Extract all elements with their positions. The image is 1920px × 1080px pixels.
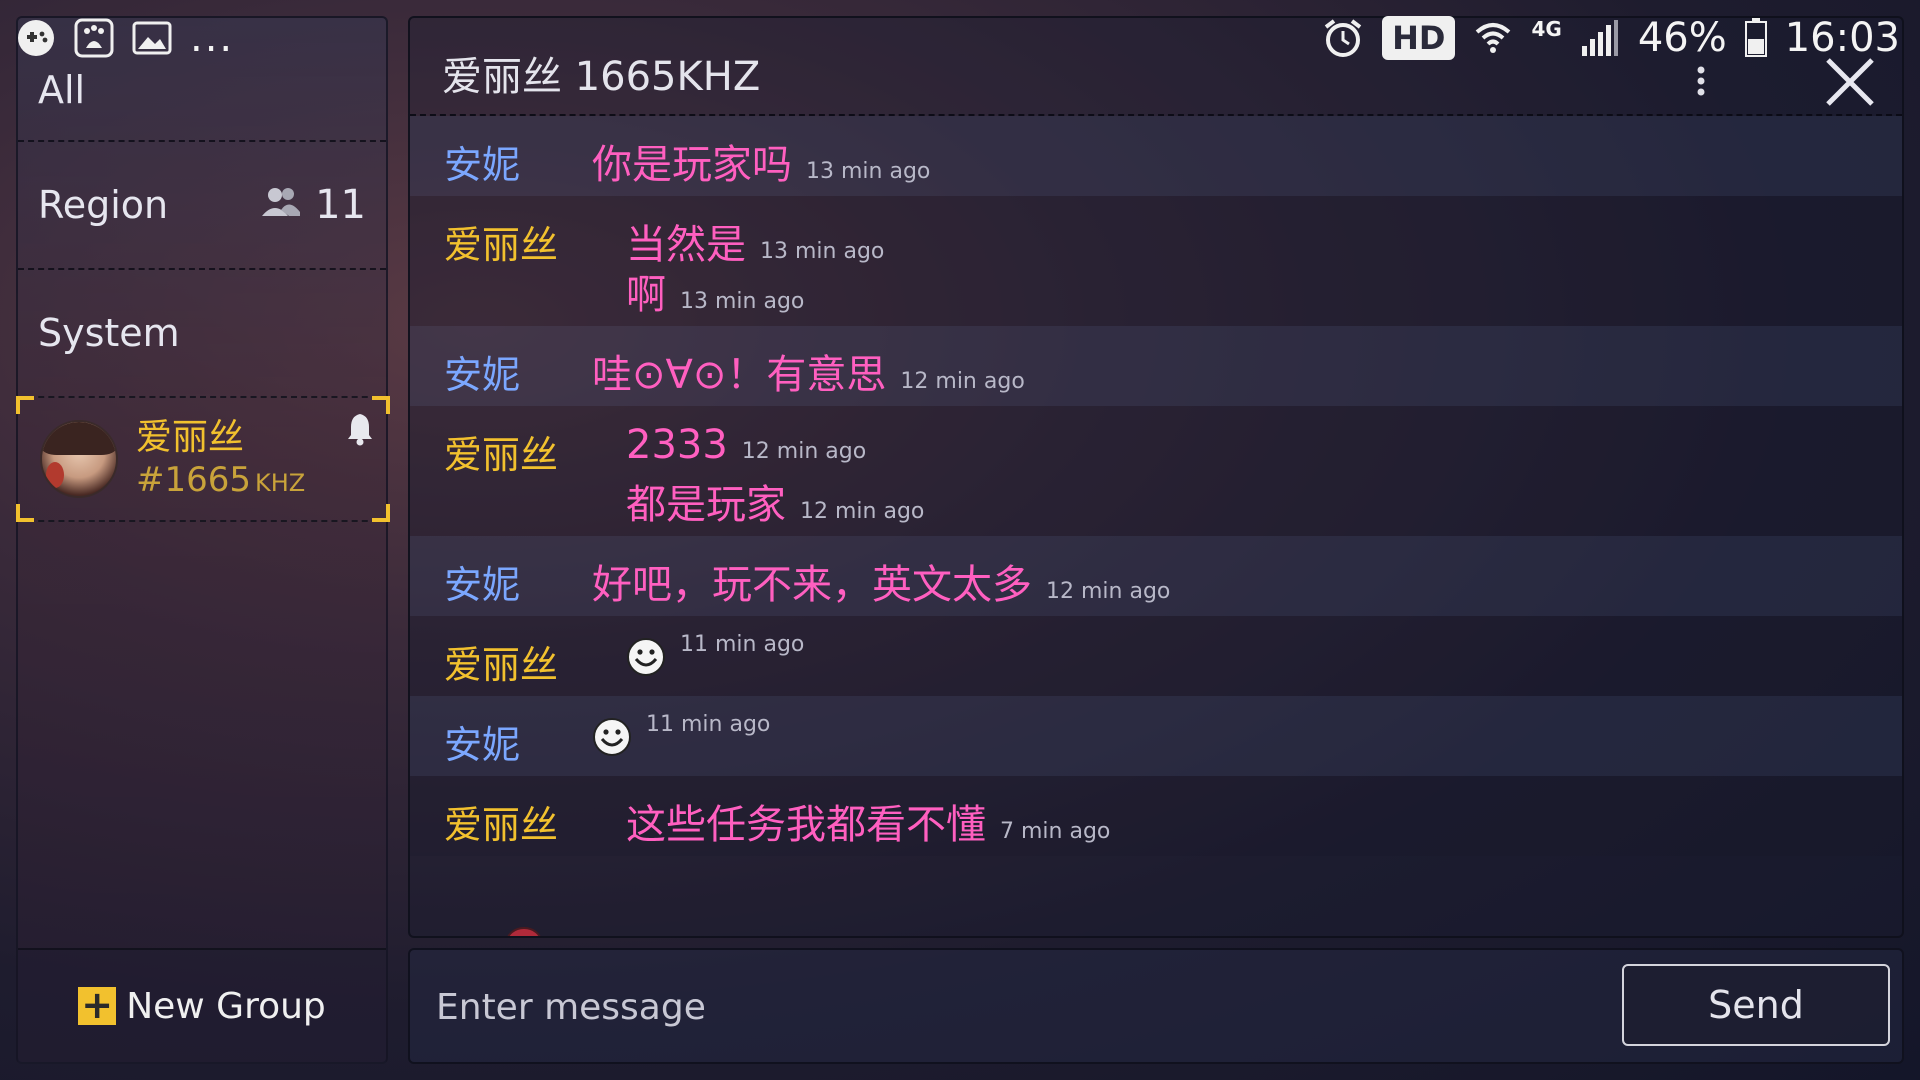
- message-input[interactable]: [434, 974, 1558, 1040]
- group-info: 爱丽丝 #1665 KHZ: [136, 416, 305, 503]
- message-sender[interactable]: 安妮: [444, 714, 520, 769]
- channel-sidebar: All Region 11 System 爱丽丝 #1665 KHZ + New …: [16, 16, 390, 1064]
- message-sender[interactable]: 爱丽丝: [444, 634, 558, 689]
- message-timestamp: 12 min ago: [1046, 579, 1171, 604]
- message-sender[interactable]: 爱丽丝: [444, 214, 558, 269]
- chat-panel: 爱丽丝 1665KHZ 安妮 你是玩家吗 13 min ago 爱丽丝 当然是 13 mi…: [408, 16, 1904, 938]
- baidu-paw-icon: [74, 18, 114, 58]
- message-list[interactable]: 安妮 你是玩家吗 13 min ago 爱丽丝 当然是 13 min ago 啊 13 min…: [410, 116, 1902, 856]
- new-group-button[interactable]: + New Group: [18, 948, 386, 1062]
- region-count: 11: [315, 182, 366, 228]
- message-sender[interactable]: 安妮: [444, 134, 520, 189]
- gallery-icon: [132, 18, 172, 58]
- sidebar-item-label: System: [38, 311, 180, 355]
- message-lines: 当然是 13 min ago 啊 13 min ago: [444, 196, 1902, 326]
- message-lines: 2333 12 min ago 都是玩家 12 min ago: [444, 406, 1902, 536]
- message-sender[interactable]: 安妮: [444, 554, 520, 609]
- selection-corner: [16, 504, 34, 522]
- sidebar-item-label: Region: [38, 183, 169, 227]
- sidebar-item-region[interactable]: Region 11: [18, 142, 386, 270]
- message-line: 这些任务我都看不懂 7 min ago: [626, 792, 1902, 848]
- message-timestamp: 11 min ago: [646, 712, 771, 737]
- group-name: 爱丽丝: [136, 416, 245, 458]
- smiley-icon: [626, 637, 666, 677]
- message-row: 安妮 好吧，玩不来，英文太多 12 min ago: [410, 536, 1902, 616]
- message-timestamp: 12 min ago: [741, 439, 867, 464]
- message-line: 11 min ago: [626, 632, 1902, 682]
- hd-badge: HD: [1382, 16, 1456, 60]
- more-notifications: ...: [190, 15, 235, 61]
- battery-percent: 46%: [1637, 15, 1727, 61]
- signal-icon: [1580, 18, 1620, 58]
- partial-avatar-icon: [506, 924, 542, 936]
- smiley-icon: [592, 717, 632, 757]
- message-line: 哇⊙∀⊙！有意思 12 min ago: [592, 342, 1902, 398]
- message-composer: Send: [408, 948, 1904, 1064]
- avatar: [40, 420, 118, 498]
- message-row: 安妮 哇⊙∀⊙！有意思 12 min ago: [410, 326, 1902, 406]
- message-line: 11 min ago: [592, 712, 1902, 762]
- game-controller-icon: [16, 18, 56, 58]
- message-line: 啊 13 min ago: [626, 262, 1902, 318]
- message-sender[interactable]: 爱丽丝: [444, 794, 558, 849]
- status-bar: ... HD 4G 46% 16:03: [0, 0, 1920, 76]
- network-type: 4G: [1531, 17, 1562, 41]
- message-row: 爱丽丝 2333 12 min ago 都是玩家 12 min ago: [410, 406, 1902, 536]
- message-lines: 哇⊙∀⊙！有意思 12 min ago: [444, 326, 1902, 406]
- alarm-icon: [1322, 17, 1364, 59]
- plus-icon: +: [78, 986, 117, 1025]
- new-group-label: New Group: [126, 985, 326, 1027]
- message-text: 哇⊙∀⊙！有意思: [592, 352, 887, 398]
- group-code: #1665: [136, 459, 252, 500]
- battery-icon: [1744, 18, 1767, 58]
- message-line: 都是玩家 12 min ago: [626, 472, 1902, 528]
- message-text: 好吧，玩不来，英文太多: [592, 562, 1032, 608]
- message-row: 安妮 你是玩家吗 13 min ago: [410, 116, 1902, 196]
- message-lines: 11 min ago: [444, 696, 1902, 776]
- message-text: 这些任务我都看不懂: [626, 802, 986, 848]
- selection-corner: [372, 396, 390, 414]
- selection-corner: [16, 396, 34, 414]
- message-timestamp: 7 min ago: [1000, 819, 1111, 844]
- group-frequency: #1665 KHZ: [136, 460, 305, 503]
- message-text: 你是玩家吗: [592, 142, 792, 188]
- message-line: 2333 12 min ago: [626, 422, 1902, 472]
- users-icon: [261, 182, 301, 228]
- message-timestamp: 11 min ago: [680, 632, 805, 657]
- region-member-count: 11: [261, 182, 366, 228]
- message-lines: 这些任务我都看不懂 7 min ago: [444, 776, 1902, 856]
- message-timestamp: 12 min ago: [900, 369, 1025, 394]
- message-line: 你是玩家吗 13 min ago: [592, 132, 1902, 188]
- message-timestamp: 13 min ago: [806, 159, 931, 184]
- message-lines: 好吧，玩不来，英文太多 12 min ago: [444, 536, 1902, 616]
- sidebar-item-system[interactable]: System: [18, 270, 386, 396]
- group-unit: KHZ: [255, 468, 306, 497]
- message-line: 好吧，玩不来，英文太多 12 min ago: [592, 552, 1902, 608]
- message-sender[interactable]: 安妮: [444, 344, 520, 399]
- message-timestamp: 13 min ago: [680, 289, 805, 314]
- message-text: 啊: [626, 272, 666, 318]
- message-lines: 11 min ago: [444, 616, 1902, 696]
- message-row: 爱丽丝 11 min ago: [410, 616, 1902, 696]
- status-bar-left: ...: [16, 18, 234, 58]
- bell-icon[interactable]: [346, 412, 374, 450]
- selection-corner: [372, 504, 390, 522]
- message-line: 当然是 13 min ago: [626, 212, 1902, 268]
- status-bar-right: HD 4G 46% 16:03: [1322, 15, 1900, 61]
- send-button[interactable]: Send: [1622, 964, 1890, 1046]
- message-sender[interactable]: 爱丽丝: [444, 424, 558, 479]
- message-timestamp: 12 min ago: [800, 499, 925, 524]
- clock: 16:03: [1784, 15, 1900, 61]
- message-lines: 你是玩家吗 13 min ago: [444, 116, 1902, 196]
- wifi-icon: [1473, 18, 1513, 58]
- message-text: 2333: [626, 422, 728, 468]
- message-timestamp: 13 min ago: [760, 239, 885, 264]
- message-row: 爱丽丝 这些任务我都看不懂 7 min ago: [410, 776, 1902, 856]
- sidebar-item-group-alice[interactable]: 爱丽丝 #1665 KHZ: [16, 396, 390, 522]
- message-row: 安妮 11 min ago: [410, 696, 1902, 776]
- message-text: 都是玩家: [626, 482, 786, 528]
- message-row: 爱丽丝 当然是 13 min ago 啊 13 min ago: [410, 196, 1902, 326]
